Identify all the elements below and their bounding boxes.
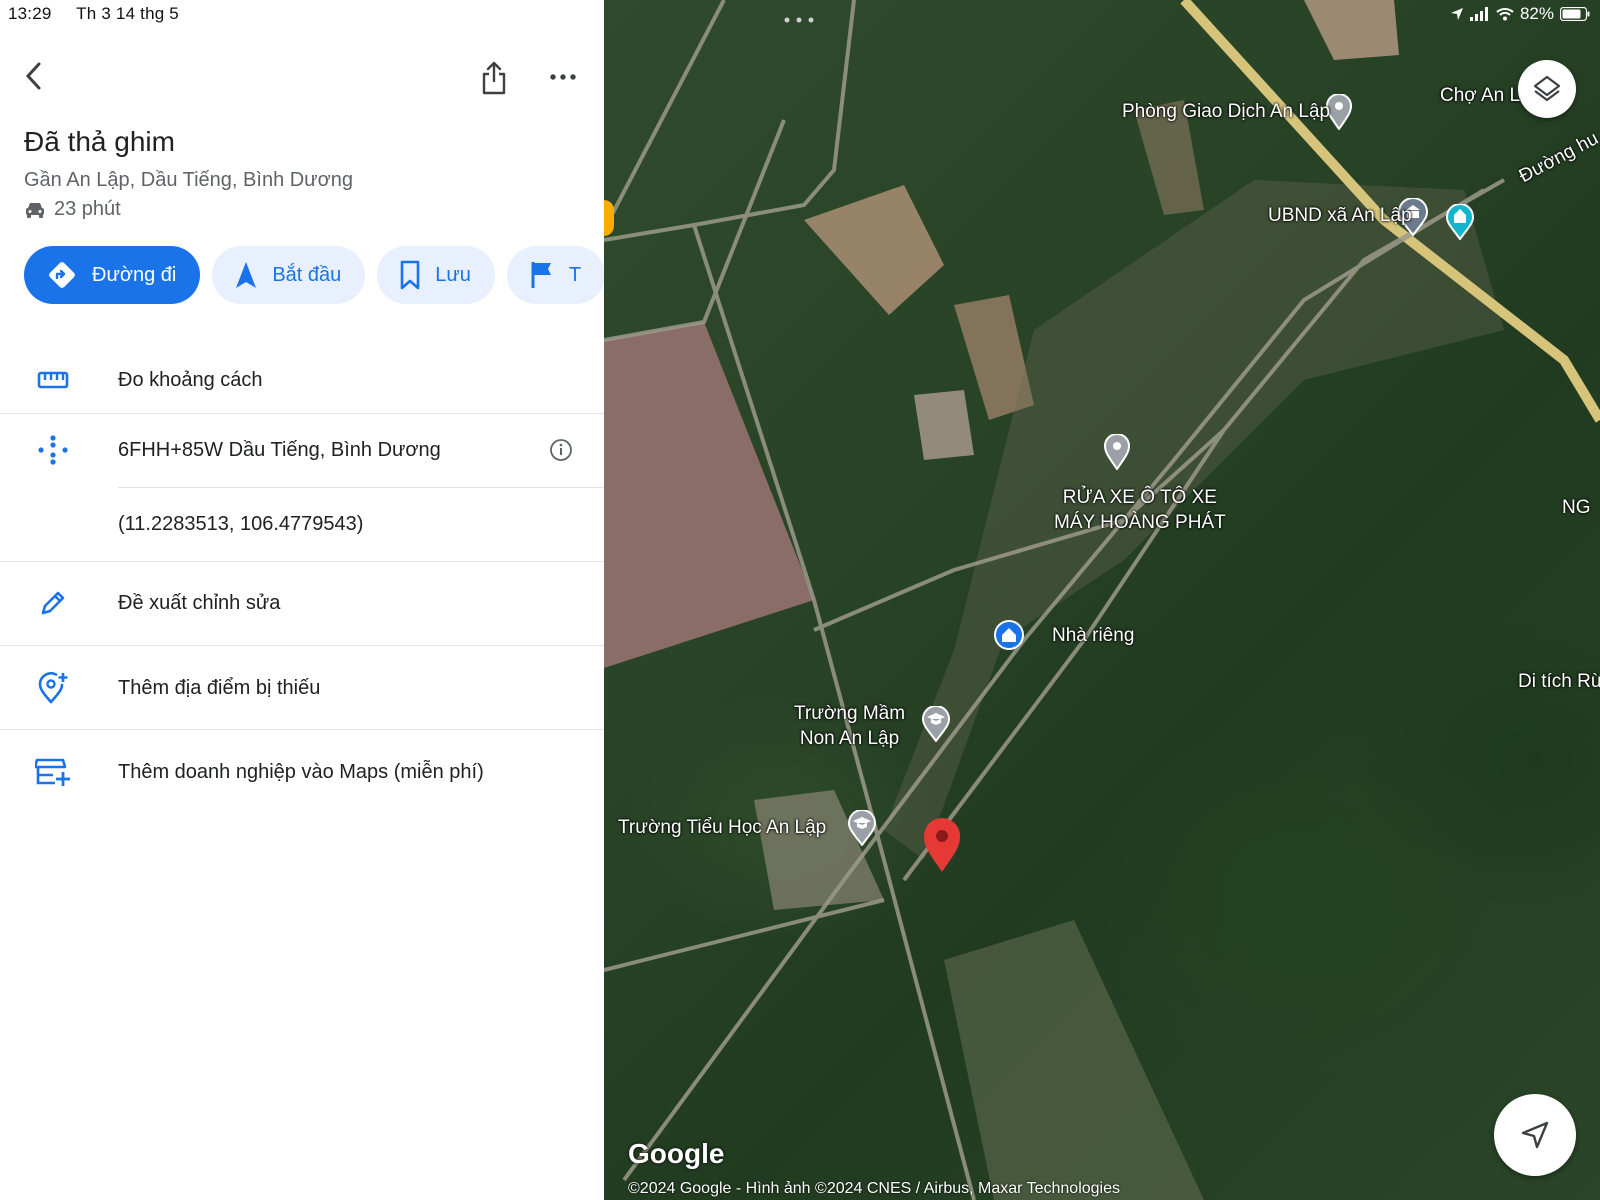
coordinates-row[interactable]: (11.2283513, 106.4779543) bbox=[0, 488, 604, 560]
start-label: Bắt đầu bbox=[272, 263, 342, 286]
label-cho-an[interactable]: Chợ An L bbox=[1440, 84, 1520, 109]
back-button[interactable] bbox=[18, 58, 48, 94]
road bbox=[604, 0, 856, 242]
add-business-icon bbox=[35, 758, 70, 786]
add-missing-place-row[interactable]: Thêm địa điểm bị thiếu bbox=[0, 646, 604, 730]
my-location-button[interactable] bbox=[1494, 1094, 1576, 1176]
place-title: Đã thả ghim bbox=[24, 126, 175, 157]
status-bar-right: 82% bbox=[1450, 4, 1590, 24]
dropped-pin[interactable] bbox=[922, 816, 962, 879]
poi-car-wash-pin[interactable] bbox=[1103, 433, 1131, 475]
navigation-arrow-icon bbox=[1521, 1121, 1549, 1149]
map-terrain bbox=[604, 0, 1600, 1200]
label-truong-mam-non[interactable]: Trường Mầm Non An Lập bbox=[794, 702, 905, 751]
home-pin[interactable] bbox=[994, 620, 1024, 655]
label-ubnd[interactable]: UBND xã An Lập bbox=[1268, 204, 1412, 229]
place-subtitle: Gần An Lập, Dầu Tiếng, Bình Dương bbox=[24, 169, 353, 191]
add-business-row[interactable]: Thêm doanh nghiệp vào Maps (miễn phí) bbox=[0, 730, 604, 814]
coordinates-text: (11.2283513, 106.4779543) bbox=[118, 512, 364, 535]
satellite-map[interactable]: 82% Phòng Giao Dịch An Lập Chợ An L Đườn… bbox=[604, 0, 1600, 1200]
add-business-label: Thêm doanh nghiệp vào Maps (miễn phí) bbox=[118, 760, 484, 783]
field-patch bbox=[804, 185, 944, 315]
battery-icon bbox=[1560, 7, 1590, 21]
share-icon bbox=[482, 61, 506, 95]
signal-icon bbox=[1469, 7, 1488, 21]
home-icon bbox=[994, 620, 1024, 650]
battery-percent: 82% bbox=[1519, 4, 1554, 23]
dropped-pin-icon bbox=[924, 818, 960, 872]
measure-distance-label: Đo khoảng cách bbox=[118, 368, 263, 391]
flag-icon bbox=[531, 262, 551, 288]
chevron-left-icon bbox=[25, 62, 41, 90]
label-di-tich[interactable]: Di tích Rừ bbox=[1518, 670, 1600, 695]
field-patch bbox=[604, 322, 814, 668]
navigation-arrow-icon bbox=[236, 262, 257, 288]
directions-label: Đường đi bbox=[92, 263, 177, 286]
more-horizontal-icon bbox=[550, 74, 576, 80]
school-icon bbox=[921, 705, 951, 743]
share-button[interactable] bbox=[476, 58, 512, 98]
more-horizontal-icon bbox=[784, 17, 814, 23]
road bbox=[604, 898, 885, 972]
label-chip-text: T bbox=[568, 263, 582, 286]
label-ng: NG bbox=[1562, 497, 1591, 518]
more-options-button[interactable] bbox=[546, 62, 580, 92]
suggest-edit-label: Đề xuất chỉnh sửa bbox=[118, 591, 281, 614]
measure-distance-row[interactable]: Đo khoảng cách bbox=[0, 345, 604, 415]
school-icon bbox=[847, 809, 877, 847]
save-label: Lưu bbox=[435, 263, 471, 286]
directions-button[interactable]: Đường đi bbox=[24, 246, 201, 304]
bookmark-icon bbox=[400, 260, 420, 290]
action-chips: Đường đi Bắt đầu Lưu T bbox=[24, 246, 604, 304]
drive-time-text: 23 phút bbox=[54, 198, 121, 220]
pencil-icon bbox=[41, 591, 65, 615]
save-button[interactable]: Lưu bbox=[377, 246, 495, 304]
ruler-icon bbox=[37, 371, 69, 389]
monument-icon bbox=[1445, 203, 1475, 241]
poi-school-pin[interactable] bbox=[921, 705, 951, 747]
label-phong-giao-dich[interactable]: Phòng Giao Dịch An Lập bbox=[1122, 100, 1330, 125]
field-patch bbox=[1304, 0, 1399, 60]
plus-code-row[interactable]: 6FHH+85W Dầu Tiếng, Bình Dương bbox=[0, 414, 604, 486]
info-button[interactable] bbox=[549, 438, 573, 467]
car-icon bbox=[26, 202, 44, 218]
layers-icon bbox=[1533, 75, 1561, 102]
add-location-icon bbox=[38, 672, 68, 704]
poi-monument-pin[interactable] bbox=[1445, 203, 1475, 245]
google-logo: Google bbox=[628, 1138, 725, 1169]
status-time: 13:29 bbox=[8, 4, 52, 23]
status-bar-left: 13:29 Th 3 14 thg 5 bbox=[8, 4, 199, 24]
label-button[interactable]: T bbox=[506, 246, 604, 304]
layers-button[interactable] bbox=[1518, 60, 1576, 118]
status-date: Th 3 14 thg 5 bbox=[76, 4, 179, 23]
plus-code-text: 6FHH+85W Dầu Tiếng, Bình Dương bbox=[118, 438, 441, 461]
field-patch bbox=[944, 920, 1204, 1200]
label-nha-rieng[interactable]: Nhà riêng bbox=[1052, 624, 1134, 649]
plus-code-icon bbox=[38, 435, 68, 465]
map-pin-icon bbox=[1103, 433, 1131, 471]
wifi-icon bbox=[1496, 8, 1514, 21]
info-icon bbox=[550, 439, 572, 461]
place-details-panel: 13:29 Th 3 14 thg 5 Đã thả ghim Gần An L… bbox=[0, 0, 604, 1200]
start-button[interactable]: Bắt đầu bbox=[212, 246, 366, 304]
road bbox=[604, 0, 726, 231]
label-rua-xe[interactable]: RỬA XE Ô TÔ XE MÁY HOÀNG PHÁT bbox=[1054, 486, 1226, 535]
add-missing-place-label: Thêm địa điểm bị thiếu bbox=[118, 676, 321, 699]
multitasking-dots[interactable] bbox=[784, 10, 814, 28]
directions-icon bbox=[49, 262, 75, 288]
field-patch bbox=[914, 390, 974, 460]
offscreen-poi-marker[interactable] bbox=[604, 200, 614, 236]
map-copyright: ©2024 Google - Hình ảnh ©2024 CNES / Air… bbox=[628, 1180, 1121, 1197]
label-truong-tieu-hoc[interactable]: Trường Tiểu Học An Lập bbox=[618, 816, 826, 841]
location-arrow-icon bbox=[1450, 8, 1463, 20]
drive-time: 23 phút bbox=[24, 198, 121, 221]
poi-school-pin[interactable] bbox=[847, 809, 877, 851]
suggest-edit-row[interactable]: Đề xuất chỉnh sửa bbox=[0, 562, 604, 644]
